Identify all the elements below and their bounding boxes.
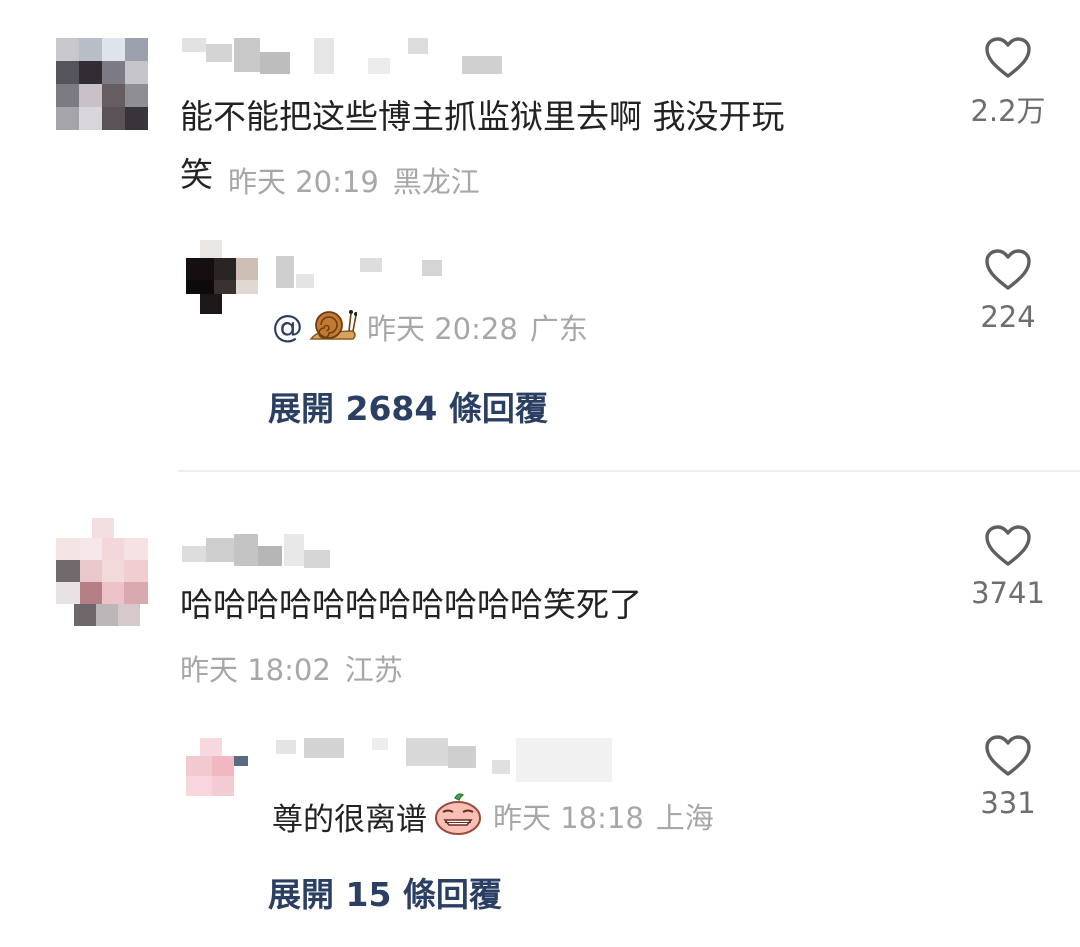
reply-meta: 尊的很离谱 昨天 18:18 上海 xyxy=(272,792,714,840)
heart-icon xyxy=(985,735,1031,776)
comment-time: 昨天 18:02 xyxy=(180,653,331,687)
reply-like-count: 331 xyxy=(980,786,1036,820)
username-pixelated[interactable] xyxy=(182,534,342,574)
comment-time: 昨天 20:19 xyxy=(228,165,379,199)
reply-mention[interactable]: @ xyxy=(272,309,303,345)
comment-meta: 昨天 20:19 黑龙江 xyxy=(228,160,480,200)
reply-like-button[interactable]: 331 xyxy=(958,734,1058,820)
reply-avatar[interactable] xyxy=(186,240,264,314)
expand-replies-link[interactable]: 展開 2684 條回覆 xyxy=(268,382,548,430)
reply-meta: @ 昨天 20:28 广东 xyxy=(272,306,588,348)
reply-location: 广东 xyxy=(529,312,588,346)
like-button[interactable]: 2.2万 xyxy=(958,36,1058,130)
comment-meta: 昨天 18:02 江苏 xyxy=(180,648,403,688)
comment-text: 哈哈哈哈哈哈哈哈哈哈哈笑死了 xyxy=(180,585,642,624)
reply-username-pixelated[interactable] xyxy=(276,738,616,782)
comment-location: 江苏 xyxy=(344,653,403,687)
reply-time: 昨天 18:18 xyxy=(493,801,644,835)
like-count: 2.2万 xyxy=(970,94,1046,128)
like-count: 3741 xyxy=(971,576,1045,610)
sad-face-emoji xyxy=(433,792,483,840)
reply-time: 昨天 20:28 xyxy=(367,312,518,346)
reply-like-count: 224 xyxy=(980,300,1036,334)
like-button[interactable]: 3741 xyxy=(958,524,1058,610)
comment-text-line1: 能不能把这些博主抓监狱里去啊 我没开玩 xyxy=(180,97,785,136)
username-pixelated[interactable] xyxy=(182,38,502,76)
reply-location: 上海 xyxy=(655,801,714,835)
avatar[interactable] xyxy=(56,518,148,628)
expand-replies-link[interactable]: 展開 15 條回覆 xyxy=(268,868,502,916)
heart-icon xyxy=(985,37,1031,78)
heart-icon xyxy=(985,525,1031,566)
reply-username-pixelated[interactable] xyxy=(276,256,446,290)
snail-emoji xyxy=(309,305,358,349)
avatar[interactable] xyxy=(56,38,148,130)
reply-avatar[interactable] xyxy=(186,738,262,796)
heart-icon xyxy=(985,249,1031,290)
reply-text: 尊的很离谱 xyxy=(272,801,427,838)
divider xyxy=(178,470,1080,472)
reply-like-button[interactable]: 224 xyxy=(958,248,1058,334)
comment-location: 黑龙江 xyxy=(392,165,480,199)
